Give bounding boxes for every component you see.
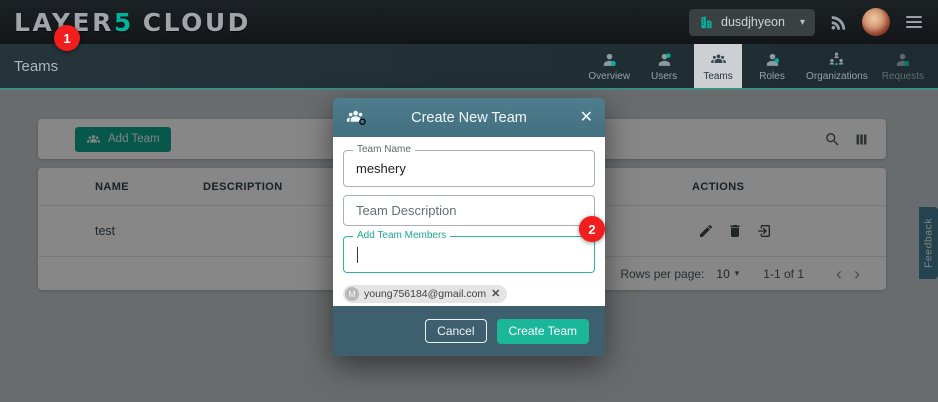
org-selector-dropdown[interactable]: dusdjhyeon ▾ <box>689 9 815 36</box>
tab-teams[interactable]: Teams <box>694 44 742 88</box>
chip-avatar: M <box>345 287 359 301</box>
tab-users[interactable]: Users <box>640 44 688 88</box>
tab-label: Requests <box>882 71 924 82</box>
team-name-field: Team Name <box>343 150 595 187</box>
broadcast-icon[interactable] <box>829 13 848 32</box>
modal-body: Team Name Add Team Members M young756184… <box>333 137 605 306</box>
tab-label: Teams <box>703 71 732 82</box>
chip-remove-icon[interactable]: ✕ <box>491 289 500 300</box>
tab-organizations[interactable]: Organizations <box>802 44 872 88</box>
caret-down-icon: ▾ <box>800 17 805 28</box>
building-icon <box>699 15 714 30</box>
person-badge-icon <box>656 51 673 68</box>
menu-icon[interactable] <box>904 12 924 32</box>
teams-navbar: Teams Overview Users Teams <box>0 44 938 88</box>
layer5-cloud-logo[interactable]: LAYER5CLOUD <box>14 8 251 37</box>
people-group-icon <box>710 51 727 68</box>
text-cursor <box>357 247 358 263</box>
header-actions: dusdjhyeon ▾ <box>689 8 924 36</box>
tab-roles[interactable]: Roles <box>748 44 796 88</box>
nav-tabs: Overview Users Teams Roles <box>584 44 938 88</box>
tab-label: Roles <box>759 71 785 82</box>
modal-title: Create New Team <box>373 110 565 126</box>
cancel-button[interactable]: Cancel <box>425 319 486 343</box>
create-team-modal: Create New Team ✕ Team Name Add Team Mem… <box>333 98 605 356</box>
page-title: Teams <box>0 58 58 75</box>
tab-overview[interactable]: Overview <box>584 44 634 88</box>
person-key-icon <box>764 51 781 68</box>
team-description-field <box>343 195 595 226</box>
top-header: LAYER5CLOUD dusdjhyeon ▾ <box>0 0 938 44</box>
tab-label: Overview <box>588 71 630 82</box>
tab-requests[interactable]: Requests <box>878 44 928 88</box>
modal-footer: Cancel Create Team <box>333 306 605 356</box>
close-icon[interactable]: ✕ <box>580 110 593 126</box>
team-description-input[interactable] <box>344 196 594 225</box>
org-hierarchy-icon <box>828 51 845 68</box>
chip-email: young756184@gmail.com <box>364 288 486 300</box>
tour-step-badge-1[interactable]: 1 <box>54 25 80 51</box>
team-name-input[interactable] <box>344 151 594 186</box>
add-members-input[interactable] <box>344 237 594 272</box>
team-add-icon <box>346 107 367 128</box>
create-team-button[interactable]: Create Team <box>497 319 589 344</box>
person-overview-icon <box>601 51 618 68</box>
logo-text-cloud: CLOUD <box>143 8 251 37</box>
logo-text-5: 5 <box>114 8 134 37</box>
user-avatar[interactable] <box>862 8 890 36</box>
org-selector-value: dusdjhyeon <box>721 15 785 29</box>
member-chip[interactable]: M young756184@gmail.com ✕ <box>343 285 507 303</box>
add-members-field: Add Team Members <box>343 236 595 273</box>
app-window: LAYER5CLOUD dusdjhyeon ▾ Teams <box>0 0 938 402</box>
tab-label: Users <box>651 71 677 82</box>
person-check-icon <box>894 51 911 68</box>
add-members-label: Add Team Members <box>353 230 450 241</box>
team-name-label: Team Name <box>353 144 415 155</box>
tab-label: Organizations <box>806 71 868 82</box>
tour-step-badge-2[interactable]: 2 <box>579 216 605 242</box>
modal-header: Create New Team ✕ <box>333 98 605 137</box>
